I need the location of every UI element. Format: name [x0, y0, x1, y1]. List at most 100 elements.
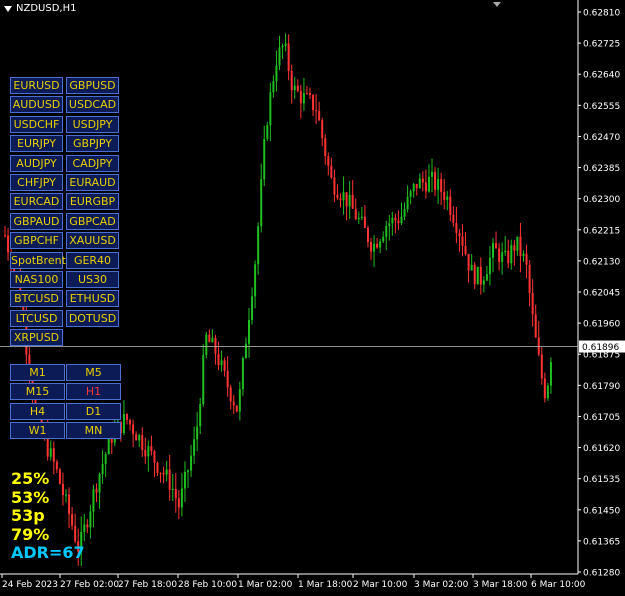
bear-candle — [376, 243, 379, 248]
bear-candle — [55, 461, 58, 470]
symbol-button-gbpchf[interactable]: GBPCHF — [10, 232, 63, 250]
bull-candle — [147, 446, 150, 457]
bull-candle — [522, 253, 525, 257]
symbol-button-usdchf[interactable]: USDCHF — [10, 115, 63, 133]
bull-candle — [406, 196, 409, 210]
symbol-button-eurcad[interactable]: EURCAD — [10, 193, 63, 211]
bear-candle — [528, 264, 531, 293]
symbol-button-gbpusd[interactable]: GBPUSD — [66, 77, 119, 94]
symbol-button-ltcusd[interactable]: LTCUSD — [10, 309, 63, 327]
adr-value: ADR=67 — [11, 543, 85, 562]
timeframe-button-h1[interactable]: H1 — [66, 383, 121, 401]
symbol-button-eurjpy[interactable]: EURJPY — [10, 135, 63, 153]
bull-candle — [122, 414, 125, 433]
bear-candle — [144, 449, 147, 457]
timeframe-button-w1[interactable]: W1 — [10, 422, 65, 440]
bear-candle — [424, 182, 427, 192]
bull-candle — [202, 355, 205, 405]
symbol-button-chfjpy[interactable]: CHFJPY — [10, 174, 63, 191]
bear-candle — [473, 264, 476, 285]
bull-candle — [470, 264, 473, 271]
bull-candle — [187, 470, 189, 472]
bear-candle — [141, 435, 144, 450]
bear-candle — [543, 378, 546, 399]
bear-candle — [351, 194, 354, 209]
symbol-button-cadjpy[interactable]: CADJPY — [66, 154, 119, 172]
bear-candle — [95, 489, 98, 493]
bear-candle — [223, 360, 226, 371]
symbol-button-eurusd[interactable]: EURUSD — [10, 77, 63, 94]
bull-candle — [348, 194, 351, 207]
symbol-button-spotbrent[interactable]: SpotBrent — [10, 251, 66, 269]
stats-panel: 25% 53% 53p 79% ADR=67 — [11, 469, 85, 563]
time-label: 24 Feb 2023 — [2, 580, 58, 590]
bull-candle — [504, 250, 507, 253]
time-label: 1 Mar 18:00 — [298, 580, 353, 590]
symbol-button-xrpusd[interactable]: XRPUSD — [10, 329, 63, 347]
bear-candle — [129, 419, 132, 425]
bear-candle — [455, 222, 458, 233]
symbol-button-usdcad[interactable]: USDCAD — [66, 96, 119, 114]
symbol-button-us30[interactable]: US30 — [66, 271, 119, 288]
symbol-button-usdjpy[interactable]: USDJPY — [66, 115, 119, 133]
bear-candle — [7, 235, 10, 253]
shift-arrow-icon[interactable] — [493, 2, 501, 7]
bull-candle — [382, 236, 385, 242]
bear-candle — [537, 337, 540, 355]
symbol-button-ethusd[interactable]: ETHUSD — [66, 290, 119, 308]
symbol-button-euraud[interactable]: EURAUD — [66, 174, 119, 191]
timeframe-button-m5[interactable]: M5 — [66, 364, 121, 381]
bull-candle — [284, 43, 287, 46]
symbol-button-nas100[interactable]: NAS100 — [10, 271, 63, 288]
time-label: 1 Mar 02:00 — [238, 580, 293, 590]
symbol-button-audjpy[interactable]: AUDJPY — [10, 154, 63, 172]
time-label: 28 Feb 10:00 — [178, 580, 237, 590]
symbol-button-dotusd[interactable]: DOTUSD — [66, 309, 119, 327]
bear-candle — [354, 208, 357, 220]
bear-candle — [415, 183, 418, 189]
price-label: 0.61365 — [583, 537, 620, 547]
bear-candle — [296, 85, 299, 92]
timeframe-button-m15[interactable]: M15 — [10, 383, 65, 401]
bull-candle — [190, 455, 193, 471]
bull-candle — [549, 361, 552, 386]
price-label: 0.62555 — [583, 102, 620, 112]
time-label: 2 Mar 10:00 — [353, 580, 408, 590]
symbol-button-xauusd[interactable]: XAUUSD — [66, 232, 119, 250]
bull-candle — [412, 183, 415, 192]
symbol-button-gbpaud[interactable]: GBPAUD — [10, 212, 63, 230]
bull-candle — [546, 385, 549, 399]
bull-candle — [482, 280, 485, 285]
symbol-button-audusd[interactable]: AUDUSD — [10, 96, 63, 114]
symbol-period-label: NZDUSD,H1 — [16, 3, 77, 14]
bull-candle — [492, 243, 494, 258]
symbol-button-eurgbp[interactable]: EURGBP — [66, 193, 119, 211]
symbol-button-gbpcad[interactable]: GBPCAD — [66, 212, 119, 230]
stat-line-2: 53% — [11, 487, 50, 507]
bull-candle — [272, 81, 275, 93]
price-label: 0.61960 — [583, 320, 620, 330]
symbol-button-ger40[interactable]: GER40 — [66, 251, 119, 269]
bear-candle — [132, 424, 135, 435]
bear-candle — [315, 110, 318, 112]
triangle-down-icon[interactable] — [4, 5, 12, 12]
symbol-button-btcusd[interactable]: BTCUSD — [10, 290, 63, 308]
bull-candle — [241, 358, 244, 390]
bear-candle — [461, 236, 464, 246]
bear-candle — [235, 405, 238, 412]
bear-candle — [449, 196, 452, 215]
bull-candle — [400, 216, 403, 224]
bear-candle — [162, 472, 165, 475]
timeframe-button-mn[interactable]: MN — [66, 422, 121, 440]
bear-candle — [336, 194, 339, 199]
bear-candle — [525, 253, 528, 265]
chart-window[interactable]: 0.62810 0.62725 0.62640 0.62555 0.62470 0.623… — [0, 0, 625, 596]
symbol-button-gbpjpy[interactable]: GBPJPY — [66, 135, 119, 153]
bear-candle — [4, 235, 6, 237]
timeframe-button-m1[interactable]: M1 — [10, 364, 65, 381]
bear-candle — [333, 177, 336, 195]
bear-candle — [324, 138, 327, 157]
bull-candle — [431, 171, 433, 177]
timeframe-button-d1[interactable]: D1 — [66, 402, 121, 420]
timeframe-button-h4[interactable]: H4 — [10, 402, 65, 420]
